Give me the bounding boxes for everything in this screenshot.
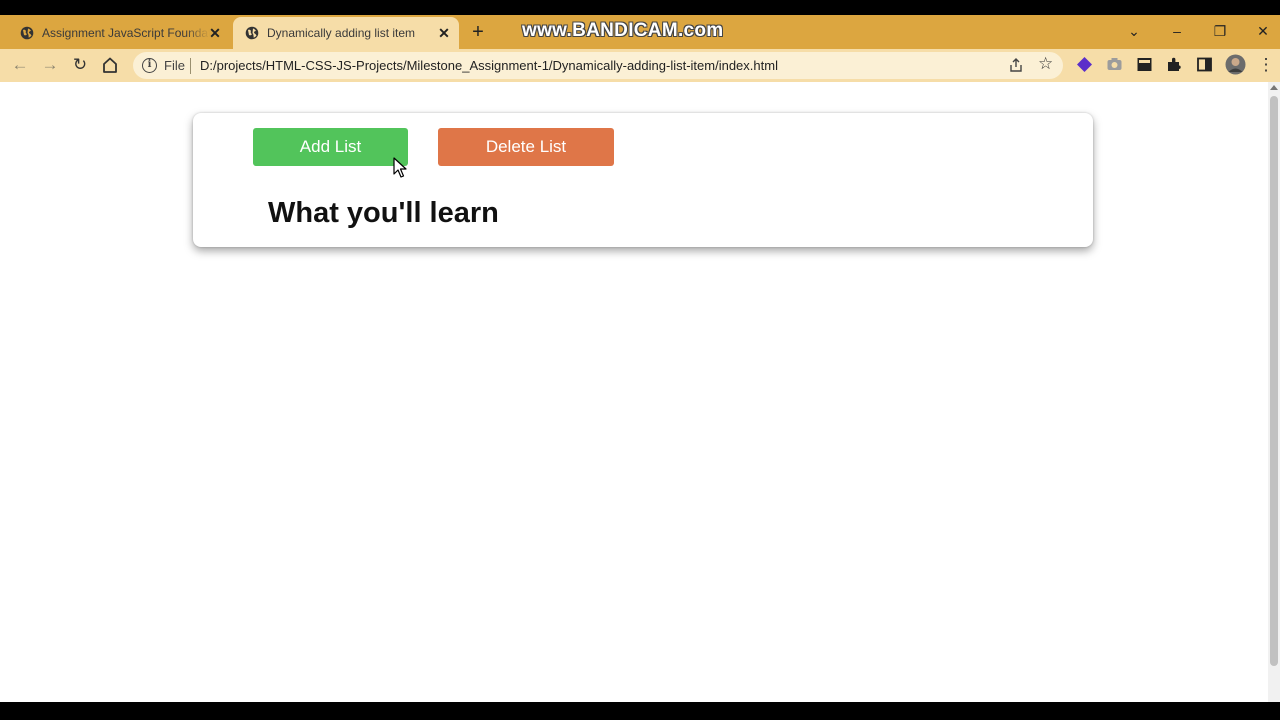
globe-icon [245, 26, 259, 40]
vertical-scrollbar[interactable] [1268, 82, 1280, 702]
close-tab-icon[interactable]: ✕ [437, 26, 451, 40]
forward-arrow-icon[interactable]: → [40, 55, 60, 75]
reload-icon[interactable]: ↻ [70, 55, 90, 75]
browser-toolbar: ← → ↻ i File D:/projects/HTML-CSS-JS-Pro… [0, 49, 1280, 82]
tab-dynamically-adding[interactable]: Dynamically adding list item ✕ [233, 17, 459, 49]
add-list-button[interactable]: Add List [253, 128, 408, 166]
list-card: Add List Delete List What you'll learn [193, 113, 1093, 247]
extension-purple-icon[interactable] [1076, 56, 1093, 73]
page-heading: What you'll learn [268, 197, 499, 229]
delete-list-button[interactable]: Delete List [438, 128, 614, 166]
close-tab-icon[interactable]: ✕ [208, 26, 222, 40]
scroll-thumb[interactable] [1270, 96, 1278, 666]
minimize-icon[interactable]: – [1167, 21, 1187, 41]
screen: Assignment JavaScript Foundation ✕ Dynam… [0, 0, 1280, 720]
close-window-icon[interactable]: ✕ [1253, 21, 1273, 41]
home-icon[interactable] [101, 56, 119, 74]
address-bar[interactable]: i File D:/projects/HTML-CSS-JS-Projects/… [133, 52, 1063, 79]
menu-kebab-icon[interactable]: ⋮ [1256, 55, 1276, 75]
divider [190, 58, 191, 74]
clapper-extension-icon[interactable] [1136, 56, 1153, 73]
recorder-watermark: www.BANDICAM.com [522, 20, 724, 41]
back-arrow-icon[interactable]: ← [10, 55, 30, 75]
camera-icon[interactable] [1106, 56, 1123, 73]
tab-strip: Assignment JavaScript Foundation ✕ Dynam… [0, 15, 1280, 49]
tab-search-chevron-icon[interactable]: ⌄ [1124, 21, 1144, 41]
tab-assignment[interactable]: Assignment JavaScript Foundation ✕ [8, 17, 230, 49]
share-icon[interactable] [1008, 57, 1024, 73]
tab-title: Dynamically adding list item [267, 26, 416, 40]
url-scheme: File [164, 58, 185, 73]
mouse-cursor-icon [393, 157, 407, 178]
new-tab-button[interactable]: + [468, 22, 488, 43]
puzzle-extensions-icon[interactable] [1166, 56, 1183, 73]
globe-icon [20, 26, 34, 40]
url-text[interactable]: D:/projects/HTML-CSS-JS-Projects/Milesto… [200, 58, 778, 73]
bookmark-star-icon[interactable]: ☆ [1038, 54, 1053, 74]
bottom-letterbox [0, 702, 1280, 720]
tab-title: Assignment JavaScript Foundation [42, 26, 210, 40]
page-viewport: Add List Delete List What you'll learn [0, 82, 1280, 702]
profile-avatar[interactable] [1225, 54, 1246, 75]
scroll-up-arrow-icon[interactable] [1270, 85, 1278, 90]
restore-icon[interactable]: ❐ [1210, 21, 1230, 41]
side-panel-icon[interactable] [1196, 56, 1213, 73]
info-icon[interactable]: i [142, 58, 157, 73]
